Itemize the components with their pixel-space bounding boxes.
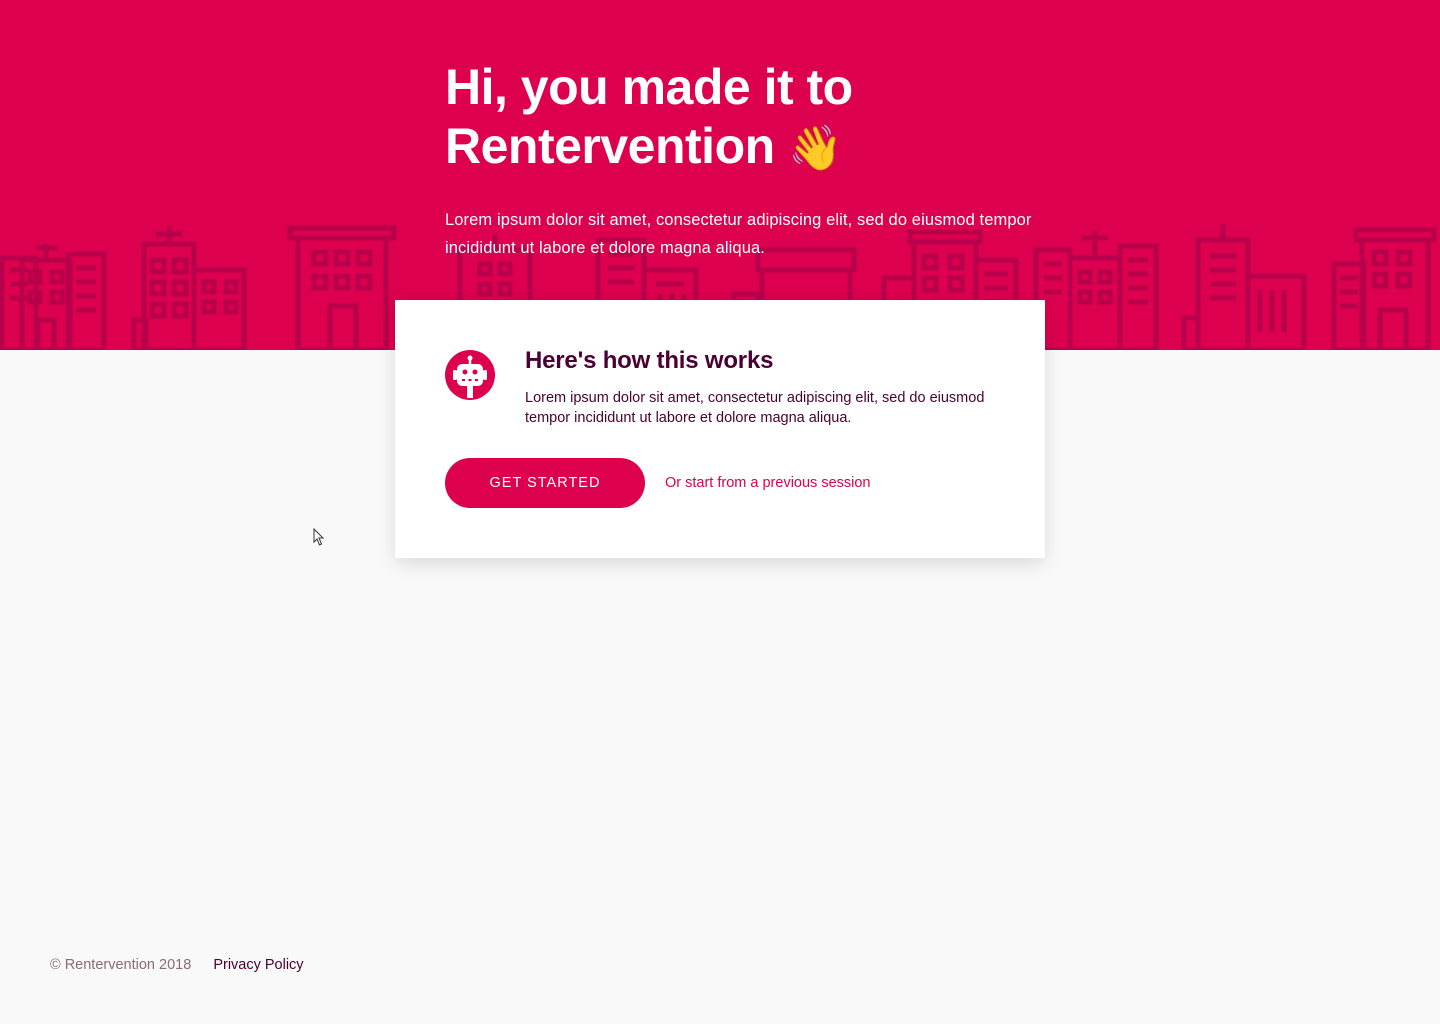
robot-icon [445, 350, 495, 400]
mouse-cursor-icon [313, 528, 325, 546]
hero-title-line1: Hi, you made it to [445, 59, 853, 115]
footer: © Rentervention 2018 Privacy Policy [50, 954, 304, 976]
copyright-text: © Rentervention 2018 [50, 957, 192, 973]
card-description: Lorem ipsum dolor sit amet, consectetur … [525, 390, 985, 426]
hero-title: Hi, you made it to Rentervention 👋 [445, 58, 1145, 178]
privacy-policy-link[interactable]: Privacy Policy [213, 957, 303, 973]
hero-title-line2: Rentervention [445, 118, 775, 174]
get-started-button[interactable]: GET STARTED [445, 458, 645, 508]
hero-banner: Hi, you made it to Rentervention 👋 Lorem … [0, 0, 1440, 350]
waving-hand-icon: 👋 [788, 123, 843, 174]
card-title: Here's how this works [525, 347, 774, 374]
how-it-works-card: Here's how this works Lorem ipsum dolor … [395, 300, 1045, 558]
hero-subtitle: Lorem ipsum dolor sit amet, consectetur … [445, 211, 1032, 257]
previous-session-link[interactable]: Or start from a previous session [665, 473, 871, 493]
